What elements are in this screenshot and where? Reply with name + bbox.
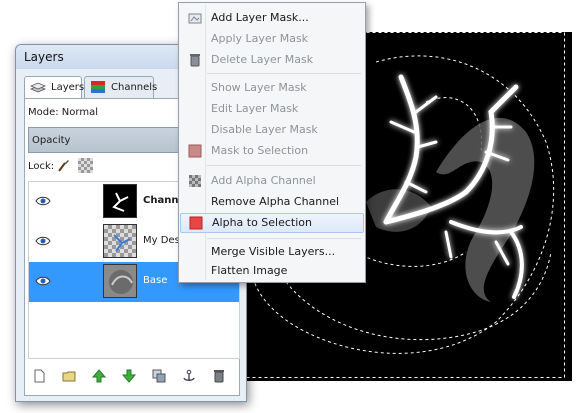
layer-context-menu: Add Layer Mask... Apply Layer Mask Delet… xyxy=(178,2,366,283)
lower-layer-icon[interactable] xyxy=(122,369,136,383)
menu-item-add-alpha-channel[interactable]: Add Alpha Channel xyxy=(180,171,364,191)
anchor-layer-icon[interactable] xyxy=(182,369,196,383)
alpha-channel-icon xyxy=(189,175,201,187)
lock-row: Lock: xyxy=(28,158,93,173)
menu-item-label: Edit Layer Mask xyxy=(211,102,299,115)
layers-icon xyxy=(29,82,47,93)
menu-item-merge-visible-layers[interactable]: Merge Visible Layers... xyxy=(180,242,364,262)
tab-channels[interactable]: Channels xyxy=(84,76,158,98)
duplicate-layer-icon[interactable] xyxy=(152,369,166,383)
lock-label: Lock: xyxy=(28,161,55,172)
opacity-label: Opacity xyxy=(32,135,71,146)
new-layer-group-icon[interactable] xyxy=(62,369,76,383)
delete-layer-icon[interactable] xyxy=(212,369,226,383)
tab-layers-label: Layers xyxy=(51,82,85,93)
menu-item-label: Remove Alpha Channel xyxy=(211,195,340,208)
menu-item-label: Add Layer Mask... xyxy=(211,11,309,24)
menu-separator xyxy=(207,238,361,239)
lock-pixels-icon[interactable] xyxy=(56,159,70,173)
menu-item-remove-alpha-channel[interactable]: Remove Alpha Channel xyxy=(180,192,364,212)
menu-item-show-layer-mask[interactable]: Show Layer Mask xyxy=(180,78,364,98)
menu-item-label: Delete Layer Mask xyxy=(211,53,314,66)
layer-thumbnail xyxy=(103,264,137,298)
menu-item-add-layer-mask[interactable]: Add Layer Mask... xyxy=(180,8,364,28)
mask-to-selection-icon xyxy=(188,144,202,158)
layer-actions-bar xyxy=(28,367,238,389)
tab-channels-label: Channels xyxy=(111,82,158,93)
layer-thumbnail xyxy=(103,184,137,218)
tab-layers[interactable]: Layers xyxy=(24,76,85,98)
menu-item-apply-layer-mask[interactable]: Apply Layer Mask xyxy=(180,29,364,49)
menu-separator xyxy=(207,73,361,74)
menu-item-mask-to-selection[interactable]: Mask to Selection xyxy=(180,141,364,161)
menu-item-alpha-to-selection[interactable]: Alpha to Selection xyxy=(180,213,364,233)
visibility-eye-icon[interactable] xyxy=(35,235,51,247)
menu-item-flatten-image[interactable]: Flatten Image xyxy=(180,261,364,281)
menu-item-label: Merge Visible Layers... xyxy=(211,245,336,258)
channels-icon xyxy=(91,81,105,93)
menu-item-label: Show Layer Mask xyxy=(211,81,307,94)
new-layer-icon[interactable] xyxy=(32,369,46,383)
menu-item-label: Apply Layer Mask xyxy=(211,32,309,45)
menu-item-delete-layer-mask[interactable]: Delete Layer Mask xyxy=(180,50,364,70)
delete-icon xyxy=(190,54,200,67)
alpha-to-selection-icon xyxy=(189,216,203,230)
menu-item-label: Flatten Image xyxy=(211,264,288,277)
layer-mode-label[interactable]: Mode: Normal xyxy=(28,107,98,118)
visibility-eye-icon[interactable] xyxy=(35,195,51,207)
layer-thumbnail xyxy=(103,224,137,258)
lock-alpha-icon[interactable] xyxy=(78,158,93,173)
layer-name: Base xyxy=(143,275,168,286)
menu-item-label: Alpha to Selection xyxy=(212,216,313,229)
menu-item-label: Add Alpha Channel xyxy=(211,174,316,187)
visibility-eye-icon[interactable] xyxy=(35,275,51,287)
menu-separator xyxy=(207,165,361,166)
menu-item-label: Disable Layer Mask xyxy=(211,123,318,136)
raise-layer-icon[interactable] xyxy=(92,369,106,383)
menu-item-disable-layer-mask[interactable]: Disable Layer Mask xyxy=(180,120,364,140)
menu-item-edit-layer-mask[interactable]: Edit Layer Mask xyxy=(180,99,364,119)
add-layer-mask-icon xyxy=(188,13,202,24)
menu-item-label: Mask to Selection xyxy=(211,144,309,157)
